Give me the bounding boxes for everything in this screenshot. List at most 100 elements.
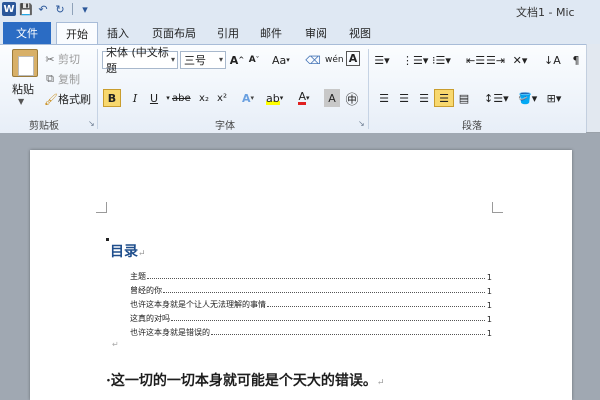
scissors-icon: ✂ [45, 52, 55, 66]
redo-icon[interactable]: ↻ [53, 2, 67, 16]
paragraph-mark-icon: ↵ [138, 249, 146, 259]
align-left-icon[interactable]: ☰ [376, 89, 392, 107]
toc-entry[interactable]: 主题 1 [130, 268, 492, 282]
grow-font-button[interactable]: A ^ [229, 51, 245, 69]
font-size-value: 三号 [184, 54, 206, 67]
phonetic-guide-icon: wén [325, 55, 344, 65]
paste-button[interactable]: 粘贴 [12, 81, 34, 97]
grow-font-icon: A [229, 53, 239, 67]
ribbon-scrollbar[interactable] [586, 44, 600, 132]
subscript-button[interactable]: x₂ [196, 89, 212, 107]
body-paragraph[interactable]: ·这一切的一切本身就可能是个天大的错误。↵ [106, 370, 384, 390]
chevron-down-icon: ▾ [218, 55, 223, 64]
customize-icon[interactable]: ▾ [78, 2, 92, 16]
highlight-icon: ab [266, 91, 280, 105]
bold-button[interactable]: B [103, 89, 121, 107]
tab-review[interactable]: 审阅 [300, 22, 332, 44]
justify-icon[interactable]: ☰ [434, 89, 454, 107]
change-case-icon: Aa [272, 53, 287, 67]
toc-entry-page: 1 [486, 287, 492, 296]
numbering-icon[interactable]: ⋮☰▾ [402, 51, 428, 69]
bullets-icon[interactable]: ☰▾ [374, 51, 390, 69]
tab-file[interactable]: 文件 [3, 22, 51, 44]
tab-view[interactable]: 视图 [344, 22, 376, 44]
italic-button[interactable]: I [127, 89, 143, 107]
text-effects-button[interactable]: A ▾ [240, 89, 256, 107]
crop-mark-top-left [96, 202, 107, 213]
font-color-button[interactable]: A ▾ [296, 89, 312, 107]
toc-entry-page: 1 [486, 301, 492, 310]
multilevel-list-icon[interactable]: ⁝☰▾ [432, 51, 451, 69]
toc-leader [147, 278, 485, 279]
char-shading-button[interactable]: A [324, 89, 340, 107]
ribbon-tabs: 文件 开始 插入 页面布局 引用 邮件 审阅 视图 [0, 22, 600, 45]
strikethrough-button[interactable]: abe [172, 89, 191, 107]
toolbar-separator [72, 3, 73, 15]
clipboard-launcher-icon[interactable]: ↘ [88, 119, 95, 128]
increase-indent-icon[interactable]: ☰⇥ [486, 51, 505, 69]
align-right-icon[interactable]: ☰ [416, 89, 432, 107]
title-bar: W 💾 ↶ ↻ ▾ 文档1 - Mic [0, 0, 600, 22]
enclose-chars-button[interactable]: ㊥ [344, 89, 360, 108]
format-painter-label: 格式刷 [58, 93, 91, 106]
chevron-down-icon: ▾ [170, 55, 175, 64]
line-spacing-icon[interactable]: ↕☰▾ [484, 89, 509, 107]
align-center-icon[interactable]: ☰ [396, 89, 412, 107]
group-separator [368, 49, 369, 129]
chinese-layout-icon[interactable]: ✕▾ [512, 51, 528, 69]
change-case-button[interactable]: Aa ▾ [272, 51, 290, 69]
font-name-select[interactable]: 宋体 (中文标题 ▾ [102, 46, 178, 75]
toc-entry-page: 1 [486, 273, 492, 282]
font-size-select[interactable]: 三号 ▾ [180, 51, 226, 69]
toc-entry[interactable]: 这真的对吗 1 [130, 310, 492, 324]
toc-entry[interactable]: 曾经的你 1 [130, 282, 492, 296]
cut-label: 剪切 [58, 53, 80, 66]
toc-entry[interactable]: 也许这本身就是错误的 1 [130, 324, 492, 338]
decrease-indent-icon[interactable]: ⇤☰ [466, 51, 485, 69]
tab-references[interactable]: 引用 [212, 22, 244, 44]
word-app-icon[interactable]: W [2, 2, 16, 16]
paragraph-group-label: 段落 [462, 121, 482, 132]
paste-dropdown-icon[interactable]: ▼ [18, 97, 24, 106]
shrink-font-button[interactable]: Aˇ [246, 51, 262, 69]
char-border-button[interactable]: A [346, 51, 360, 66]
toc-leader [171, 320, 485, 321]
superscript-button[interactable]: x² [214, 89, 230, 107]
tab-mailings[interactable]: 邮件 [255, 22, 287, 44]
tab-page-layout[interactable]: 页面布局 [146, 22, 202, 44]
toc-entry-page: 1 [486, 315, 492, 324]
toc-heading[interactable]: 目录↵ [110, 241, 146, 261]
borders-icon[interactable]: ⊞▾ [546, 89, 562, 107]
distributed-icon[interactable]: ▤ [456, 89, 472, 107]
paragraph-mark-icon: ↵ [376, 378, 385, 388]
highlight-button[interactable]: ab ▾ [266, 89, 283, 107]
toc-entry-text: 曾经的你 [130, 286, 162, 295]
save-icon[interactable]: 💾 [19, 2, 33, 16]
text-effects-icon: A [241, 91, 251, 105]
cut-button[interactable]: ✂ 剪切 [44, 51, 80, 67]
copy-button[interactable]: ⧉ 复制 [44, 71, 80, 87]
shrink-font-icon: A [248, 55, 256, 65]
clear-format-icon[interactable]: ⌫ [305, 51, 321, 69]
tab-insert[interactable]: 插入 [100, 22, 136, 44]
undo-icon[interactable]: ↶ [36, 2, 50, 16]
show-marks-icon[interactable]: ¶ [568, 51, 584, 69]
font-launcher-icon[interactable]: ↘ [358, 119, 365, 128]
toc-entry-text: 这真的对吗 [130, 314, 170, 323]
table-of-contents: 主题 1 曾经的你 1 也许这本身就是个让人无法理解的事情 1 这真的对吗 1 也许这本… [130, 268, 492, 338]
toc-leader [163, 292, 485, 293]
toc-entry-text: 主题 [130, 272, 146, 281]
font-name-value: 宋体 (中文标题 [106, 46, 169, 75]
sort-icon[interactable]: ↓A [544, 51, 561, 69]
body-text: 这一切的一切本身就可能是个天大的错误。 [110, 373, 377, 389]
phonetic-guide-button[interactable]: wén [325, 51, 344, 69]
shading-icon[interactable]: 🪣▾ [518, 89, 537, 107]
toc-leader [211, 334, 485, 335]
brush-icon: 🖌 [44, 92, 58, 106]
format-painter-button[interactable]: 🖌 格式刷 [44, 91, 91, 107]
toc-entry[interactable]: 也许这本身就是个让人无法理解的事情 1 [130, 296, 492, 310]
font-color-icon: A [298, 89, 306, 105]
toc-entry-text: 也许这本身就是错误的 [130, 328, 210, 337]
tab-home[interactable]: 开始 [56, 22, 98, 45]
paste-icon[interactable] [12, 49, 38, 77]
